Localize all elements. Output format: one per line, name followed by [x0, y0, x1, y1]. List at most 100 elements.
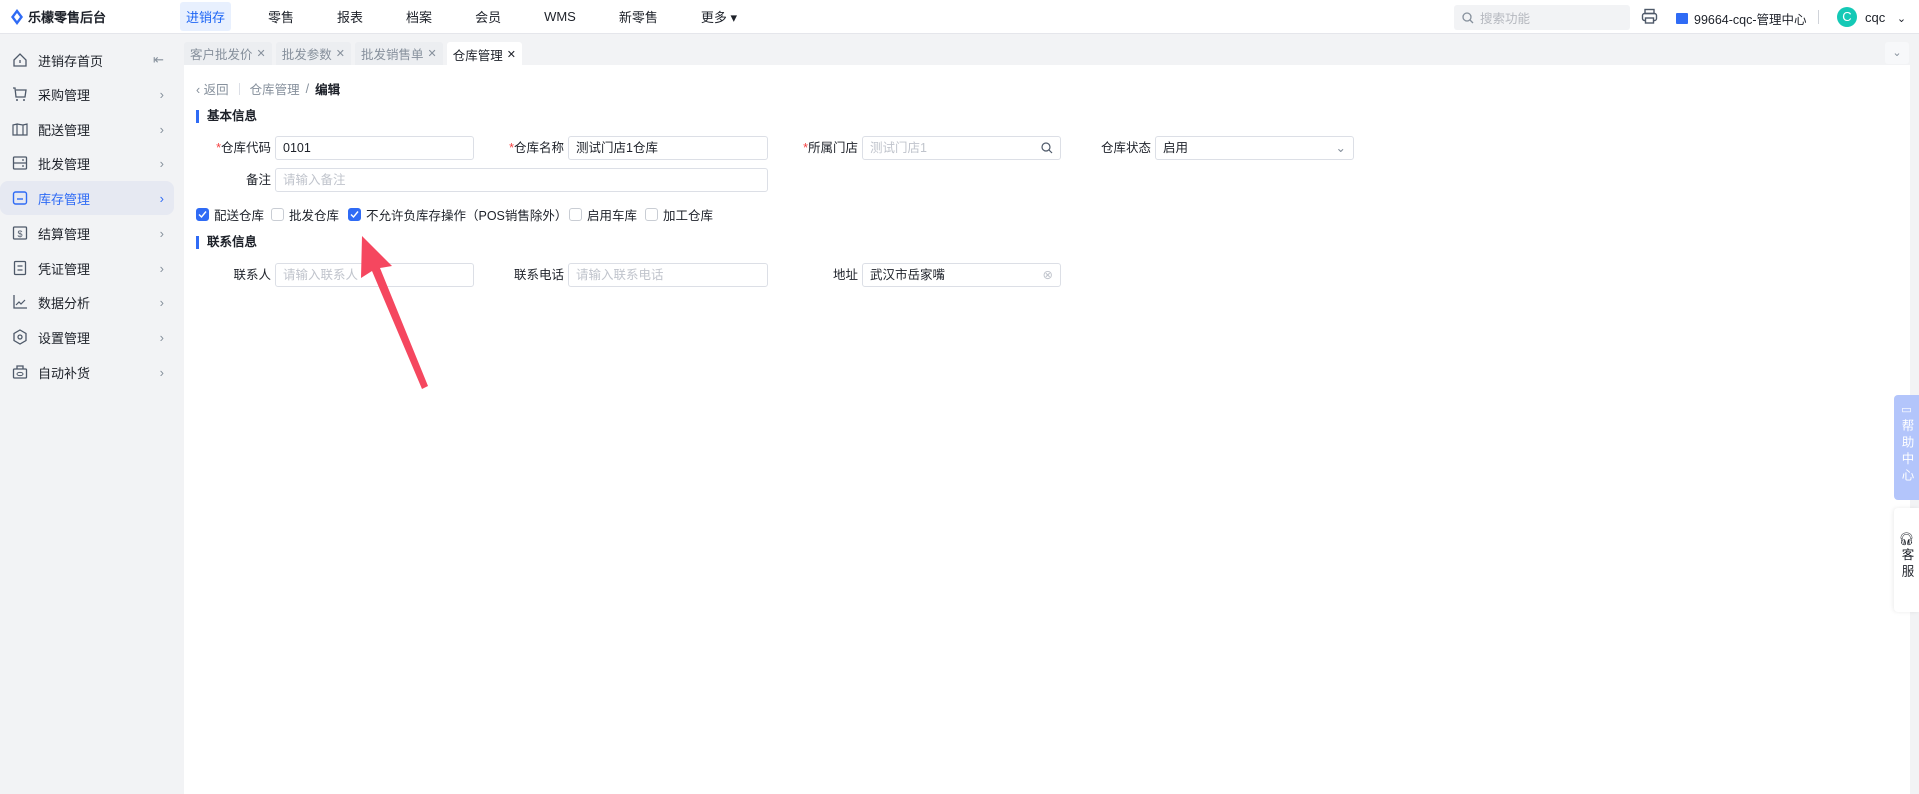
- back-label: 返回: [203, 83, 229, 97]
- sidebar-item-voucher[interactable]: 凭证管理 ›: [0, 251, 174, 285]
- sidebar-item-analytics[interactable]: 数据分析 ›: [0, 285, 174, 319]
- sidebar-item-inventory[interactable]: 库存管理 ›: [0, 181, 174, 215]
- code-input[interactable]: 0101: [275, 136, 474, 160]
- nav-new-retail[interactable]: 新零售: [613, 2, 664, 31]
- logo-icon: [11, 8, 23, 25]
- close-icon[interactable]: ✕: [427, 47, 436, 60]
- help-center-button[interactable]: ▭ 帮助中心: [1894, 395, 1919, 500]
- user-menu[interactable]: cqc ⌄: [1865, 10, 1906, 25]
- status-label: 仓库状态: [1100, 141, 1151, 155]
- sidebar-item-home[interactable]: 进销存首页 ⇤: [0, 43, 174, 77]
- store-input[interactable]: 测试门店1: [862, 136, 1061, 160]
- checkbox-wholesale-warehouse[interactable]: 批发仓库: [271, 205, 339, 224]
- help-center-label: 帮助中心: [1899, 419, 1914, 485]
- collapse-sidebar-icon[interactable]: ⇤: [153, 52, 164, 68]
- tab-wholesale-params[interactable]: 批发参数 ✕: [275, 42, 351, 65]
- document-icon: [12, 260, 28, 276]
- divider: [1818, 10, 1819, 24]
- checkbox-label: 加工仓库: [663, 209, 714, 223]
- checkbox-icon: [271, 208, 284, 221]
- sidebar-item-label: 批发管理: [38, 156, 91, 172]
- printer-icon[interactable]: [1641, 8, 1658, 25]
- store-label: *所属门店: [803, 141, 858, 155]
- contact-phone-label: 联系电话: [513, 268, 564, 282]
- name-label: *仓库名称: [509, 141, 564, 155]
- nav-reports[interactable]: 报表: [331, 2, 369, 31]
- tab-label: 批发销售单: [360, 48, 424, 62]
- sidebar-item-settings[interactable]: 设置管理 ›: [0, 320, 174, 354]
- status-select[interactable]: 启用 ⌄: [1155, 136, 1354, 160]
- sidebar-item-label: 凭证管理: [38, 261, 91, 277]
- close-icon[interactable]: ✕: [257, 47, 266, 60]
- org-name: 99664-cqc-管理中心: [1694, 13, 1807, 27]
- search-icon: [1462, 11, 1474, 23]
- contact-person-input[interactable]: 请输入联系人: [275, 263, 474, 287]
- store-placeholder: 测试门店1: [870, 141, 927, 155]
- tabs-more-button[interactable]: ⌄: [1885, 42, 1909, 64]
- close-icon[interactable]: ✕: [507, 48, 516, 61]
- checkbox-label: 配送仓库: [214, 209, 265, 223]
- checkbox-distribution-warehouse[interactable]: 配送仓库: [196, 205, 264, 224]
- tab-customer-price[interactable]: 客户批发价 ✕: [184, 42, 272, 65]
- checkbox-no-negative-stock[interactable]: 不允许负库存操作（POS销售除外）: [348, 205, 567, 224]
- section-basic-title: 基本信息: [196, 110, 257, 123]
- chevron-right-icon: ›: [159, 121, 164, 137]
- sidebar-item-label: 配送管理: [38, 122, 91, 138]
- name-input[interactable]: 测试门店1仓库: [568, 136, 768, 160]
- section-contact-title: 联系信息: [196, 236, 257, 249]
- search-input[interactable]: 搜索功能: [1454, 5, 1630, 30]
- app-logo[interactable]: 乐檬零售后台: [10, 7, 180, 26]
- checkbox-icon: [645, 208, 658, 221]
- chart-icon: [12, 294, 28, 310]
- back-link[interactable]: ‹ 返回: [196, 79, 229, 98]
- sidebar-item-label: 结算管理: [38, 226, 91, 242]
- checkbox-enable-garage[interactable]: 启用车库: [569, 205, 637, 224]
- svg-text:$: $: [17, 229, 22, 239]
- tab-label: 客户批发价: [190, 48, 253, 62]
- chevron-right-icon: ›: [159, 225, 164, 241]
- sidebar-item-replenish[interactable]: 自动补货 ›: [0, 355, 174, 389]
- chevron-right-icon: ›: [159, 260, 164, 276]
- avatar[interactable]: C: [1837, 7, 1857, 27]
- sidebar-item-label: 数据分析: [38, 295, 91, 311]
- remark-label: 备注: [245, 173, 271, 187]
- breadcrumb-parent[interactable]: 仓库管理: [250, 79, 300, 98]
- chevron-right-icon: ›: [159, 364, 164, 380]
- org-switcher[interactable]: 99664-cqc-管理中心: [1676, 9, 1807, 28]
- sidebar-item-settlement[interactable]: $ 结算管理 ›: [0, 216, 174, 250]
- code-label: *仓库代码: [216, 141, 271, 155]
- clear-icon[interactable]: ⊗: [1043, 264, 1053, 286]
- checkbox-processing-warehouse[interactable]: 加工仓库: [645, 205, 713, 224]
- contact-phone-input[interactable]: 请输入联系电话: [568, 263, 768, 287]
- remark-input[interactable]: 请输入备注: [275, 168, 768, 192]
- sidebar-item-distribution[interactable]: 配送管理 ›: [0, 112, 174, 146]
- nav-retail[interactable]: 零售: [262, 2, 300, 31]
- address-input[interactable]: 武汉市岳家嘴 ⊗: [862, 263, 1061, 287]
- home-icon: [12, 52, 28, 68]
- search-icon[interactable]: [1041, 137, 1053, 161]
- chevron-down-icon: ⌄: [1896, 13, 1907, 25]
- tab-wholesale-order[interactable]: 批发销售单 ✕: [354, 42, 443, 65]
- tab-warehouse[interactable]: 仓库管理 ✕: [446, 42, 522, 66]
- checkbox-checked-icon: [348, 208, 361, 221]
- inventory-icon: [12, 190, 28, 206]
- nav-wms[interactable]: WMS: [538, 4, 582, 29]
- checkbox-label: 启用车库: [587, 209, 638, 223]
- sidebar-item-label: 设置管理: [38, 330, 91, 346]
- nav-more[interactable]: 更多 ▾: [695, 2, 743, 31]
- customer-service-button[interactable]: 🎧︎ 客服: [1894, 508, 1919, 612]
- app-title: 乐檬零售后台: [28, 10, 107, 25]
- sidebar: 进销存首页 ⇤ 采购管理 › 配送管理 › 批发管理 › 库存管理 › $ 结算管理 › …: [0, 35, 184, 794]
- top-bar: 乐檬零售后台 进销存 零售 报表 档案 会员 WMS 新零售 更多 ▾ 搜索功能…: [0, 0, 1919, 34]
- settings-icon: [12, 329, 28, 345]
- sidebar-item-label: 自动补货: [38, 365, 91, 381]
- sidebar-item-wholesale[interactable]: 批发管理 ›: [0, 146, 174, 180]
- close-icon[interactable]: ✕: [336, 47, 345, 60]
- sidebar-item-purchase[interactable]: 采购管理 ›: [0, 77, 174, 111]
- nav-members[interactable]: 会员: [469, 2, 507, 31]
- nav-archive[interactable]: 档案: [400, 2, 438, 31]
- main-content: ‹ 返回 仓库管理 / 编辑 基本信息 *仓库代码 0101 *仓库名称 测试门…: [184, 65, 1910, 794]
- address-label: 地址: [832, 268, 858, 282]
- nav-jinxiaocun[interactable]: 进销存: [180, 2, 232, 31]
- chevron-right-icon: ›: [159, 155, 164, 171]
